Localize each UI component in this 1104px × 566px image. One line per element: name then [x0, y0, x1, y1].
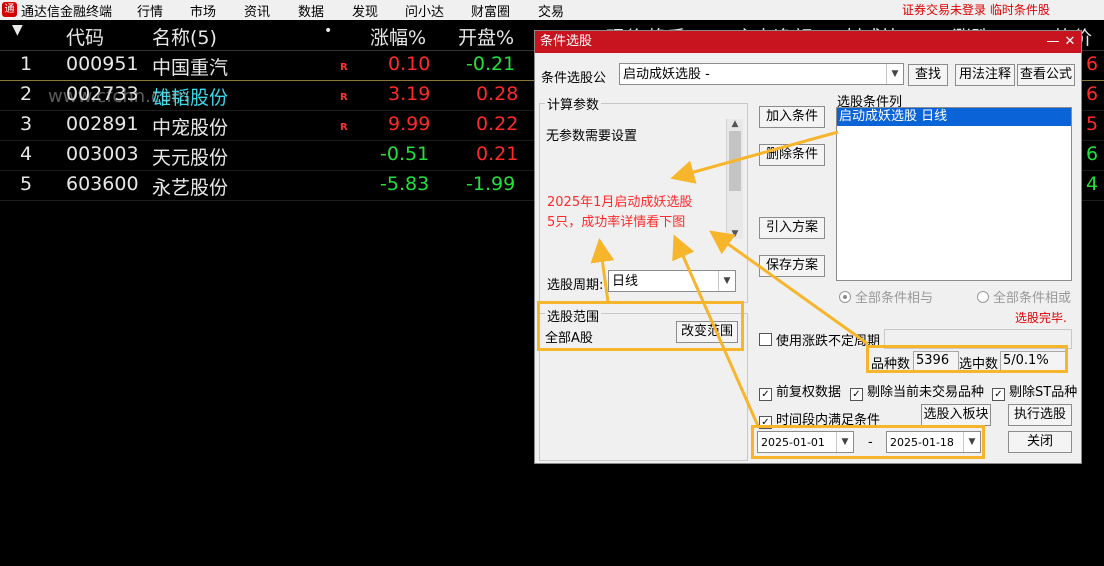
- arrow-result: [709, 230, 869, 346]
- arrow-to-annotation: [670, 130, 839, 184]
- annotation-arrows: [590, 130, 869, 427]
- arrow-range: [590, 238, 615, 303]
- arrow-date: [672, 234, 760, 427]
